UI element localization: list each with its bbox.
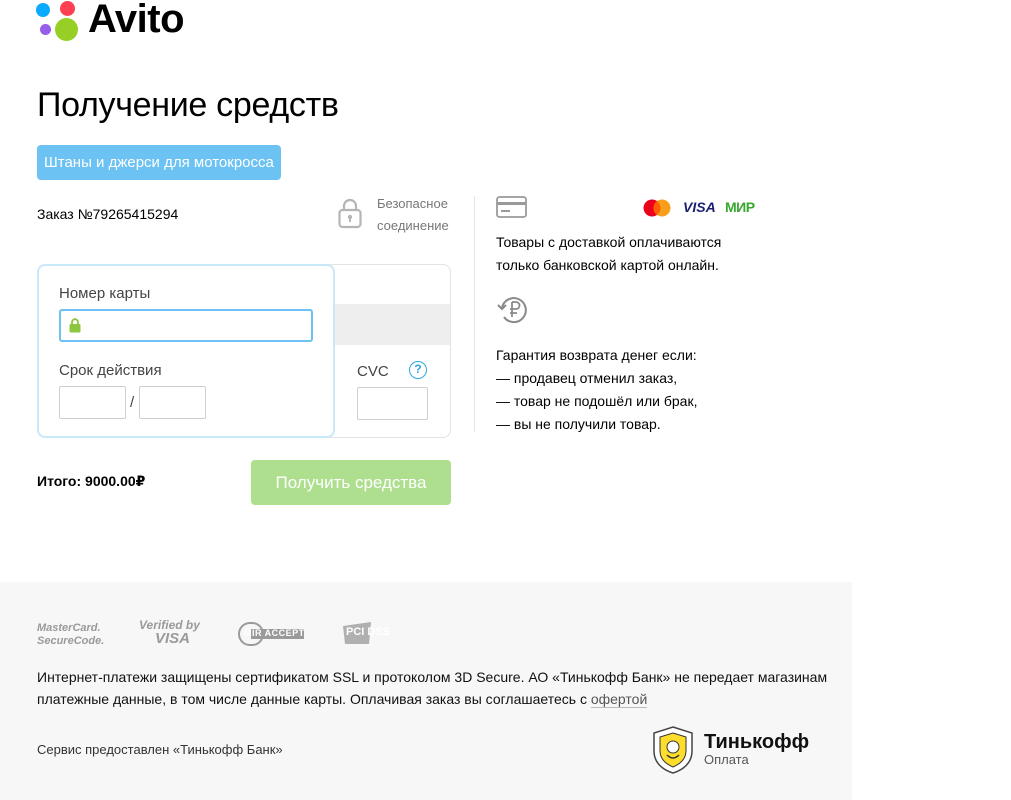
visa-logo: VISA	[683, 199, 716, 215]
refund-ruble-icon	[497, 297, 527, 324]
card-number-input[interactable]	[59, 309, 313, 342]
delivery-info: Товары с доставкой оплачиваются только б…	[496, 231, 796, 277]
tinkoff-logo: Тинькофф Оплата	[648, 725, 809, 775]
avito-logo[interactable]: Avito	[36, 0, 185, 44]
cvc-input[interactable]	[357, 387, 428, 420]
guarantee-item: — продавец отменил заказ,	[496, 370, 678, 386]
vertical-divider	[474, 196, 475, 432]
product-tag: Штаны и джерси для мотокросса	[37, 145, 281, 180]
cvc-label: CVC	[357, 363, 389, 380]
security-disclaimer: Интернет-платежи защищены сертификатом S…	[37, 669, 828, 708]
expiry-year-input[interactable]	[139, 386, 206, 419]
lock-icon	[338, 198, 362, 229]
tinkoff-name: Тинькофф	[704, 731, 810, 753]
mir-logo: МИР	[725, 199, 755, 215]
mastercard-securecode-logo: MasterCard. SecureCode.	[37, 622, 105, 647]
mir-accept-logo: MIR ACCEPT	[238, 620, 306, 648]
money-back-guarantee: Гарантия возврата денег если: — продавец…	[496, 344, 796, 436]
expiry-month-input[interactable]	[59, 386, 126, 419]
expiry-label: Срок действия	[59, 362, 162, 379]
footer: MasterCard. SecureCode. Verified by VISA…	[0, 582, 852, 800]
delivery-line-1: Товары с доставкой оплачиваются	[496, 234, 722, 250]
help-icon[interactable]: ?	[409, 361, 427, 379]
mastercard-icon	[643, 199, 671, 217]
card-front: Номер карты Срок действия /	[37, 264, 335, 438]
card-number-label: Номер карты	[59, 285, 151, 302]
delivery-line-2: только банковской картой онлайн.	[496, 257, 719, 273]
tinkoff-emblem-icon	[653, 726, 693, 774]
expiry-separator: /	[130, 394, 135, 411]
offer-link[interactable]: офертой	[590, 691, 648, 708]
page-title: Получение средств	[37, 86, 339, 124]
order-number: Заказ №79265415294	[37, 206, 179, 222]
guarantee-item: — товар не подошёл или брак,	[496, 393, 698, 409]
service-provider: Сервис предоставлен «Тинькофф Банк»	[37, 742, 283, 757]
guarantee-title: Гарантия возврата денег если:	[496, 347, 697, 363]
pci-dss-logo: PCI DSS	[341, 620, 409, 646]
secure-connection: Безопасное соединение	[338, 193, 449, 237]
bank-card-icon	[496, 196, 527, 218]
order-total: Итого: 9000.00₽	[37, 473, 146, 489]
tinkoff-subtitle: Оплата	[704, 752, 749, 767]
secure-line-1: Безопасное	[377, 196, 448, 211]
secure-line-2: соединение	[377, 218, 449, 233]
avito-wordmark: Avito	[88, 0, 185, 41]
lock-icon	[69, 318, 81, 333]
guarantee-item: — вы не получили товар.	[496, 416, 661, 432]
avito-dots-icon	[36, 0, 80, 44]
verified-by-visa-logo: Verified by VISA	[139, 618, 200, 647]
receive-funds-button[interactable]: Получить средства	[251, 460, 451, 505]
